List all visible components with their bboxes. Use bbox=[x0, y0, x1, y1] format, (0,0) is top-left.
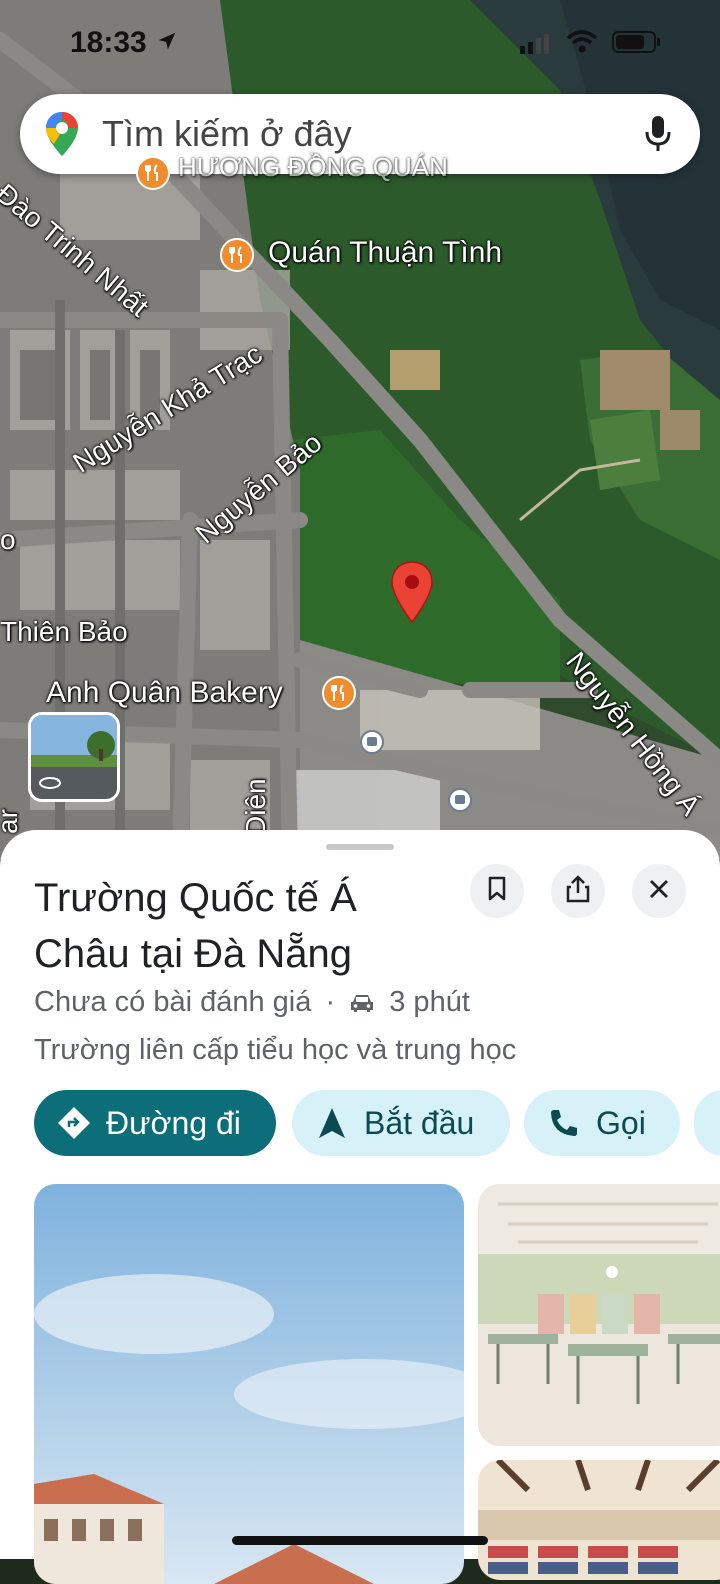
photo-classroom[interactable] bbox=[478, 1184, 720, 1446]
travel-time: 3 phút bbox=[389, 986, 470, 1018]
street-view-thumbnail[interactable] bbox=[28, 712, 120, 802]
wifi-icon bbox=[566, 30, 598, 59]
place-category: Trường liên cấp tiểu học và trung học bbox=[34, 1034, 517, 1066]
status-bar: 18:33 bbox=[0, 20, 720, 64]
separator: · bbox=[325, 986, 336, 1018]
close-icon bbox=[648, 878, 670, 905]
mic-icon[interactable] bbox=[642, 114, 674, 159]
maps-logo-icon bbox=[44, 110, 80, 163]
start-button[interactable]: Bắt đầu bbox=[292, 1090, 510, 1156]
car-icon bbox=[349, 989, 375, 1022]
rotate-360-icon bbox=[37, 775, 63, 796]
start-label: Bắt đầu bbox=[364, 1104, 475, 1141]
more-actions-button[interactable] bbox=[694, 1090, 720, 1156]
place-details-sheet[interactable]: Trường Quốc tế Á Châu tại Đà Nẵng Chưa c… bbox=[0, 830, 720, 1584]
status-time: 18:33 bbox=[70, 26, 147, 59]
navigation-arrow-icon bbox=[314, 1105, 350, 1141]
home-indicator[interactable] bbox=[232, 1536, 488, 1545]
street-label-partial-o: o bbox=[0, 524, 16, 555]
street-label-dien: Diên bbox=[240, 778, 271, 836]
location-pin-icon[interactable] bbox=[390, 560, 434, 629]
photo-auditorium[interactable] bbox=[478, 1460, 720, 1580]
photo-exterior[interactable] bbox=[34, 1184, 464, 1584]
save-button[interactable] bbox=[470, 864, 524, 918]
place-title: Trường Quốc tế Á Châu tại Đà Nẵng bbox=[34, 876, 357, 976]
call-button[interactable]: Gọi bbox=[524, 1090, 680, 1156]
directions-button[interactable]: Đường đi bbox=[34, 1090, 276, 1156]
share-icon bbox=[565, 874, 591, 908]
signal-icon bbox=[520, 32, 550, 59]
street-label-partial-ar: ar bbox=[0, 809, 23, 834]
restaurant-icon[interactable] bbox=[322, 676, 356, 710]
location-arrow-icon bbox=[156, 30, 178, 57]
bus-stop-icon[interactable] bbox=[448, 788, 472, 812]
drag-handle[interactable] bbox=[326, 844, 394, 850]
bus-stop-icon[interactable] bbox=[360, 730, 384, 754]
poi-label-anh-quan-bakery[interactable]: Anh Quân Bakery bbox=[46, 676, 283, 710]
directions-icon bbox=[56, 1105, 92, 1141]
share-button[interactable] bbox=[551, 864, 605, 918]
rating-line: Chưa có bài đánh giá · 3 phút bbox=[34, 986, 470, 1022]
search-placeholder[interactable]: Tìm kiếm ở đây bbox=[102, 113, 352, 155]
poi-label-huong-dong-quan[interactable]: HƯƠNG ĐỒNG QUÁN bbox=[178, 152, 448, 183]
poi-label-quan-thuan-tinh[interactable]: Quán Thuận Tình bbox=[268, 236, 502, 270]
directions-label: Đường đi bbox=[106, 1104, 241, 1141]
street-label-thien-bao: Thiên Bảo bbox=[0, 616, 128, 647]
call-label: Gọi bbox=[596, 1104, 646, 1141]
restaurant-icon[interactable] bbox=[220, 238, 254, 272]
rating-text: Chưa có bài đánh giá bbox=[34, 986, 312, 1018]
bookmark-icon bbox=[486, 876, 508, 907]
phone-icon bbox=[546, 1105, 582, 1141]
map-view[interactable]: 18:33 Tìm kiếm ở đây HƯƠNG ĐỒNG QUÁN Quá… bbox=[0, 0, 720, 860]
restaurant-icon[interactable] bbox=[136, 156, 170, 190]
battery-icon bbox=[612, 30, 662, 59]
close-button[interactable] bbox=[632, 864, 686, 918]
